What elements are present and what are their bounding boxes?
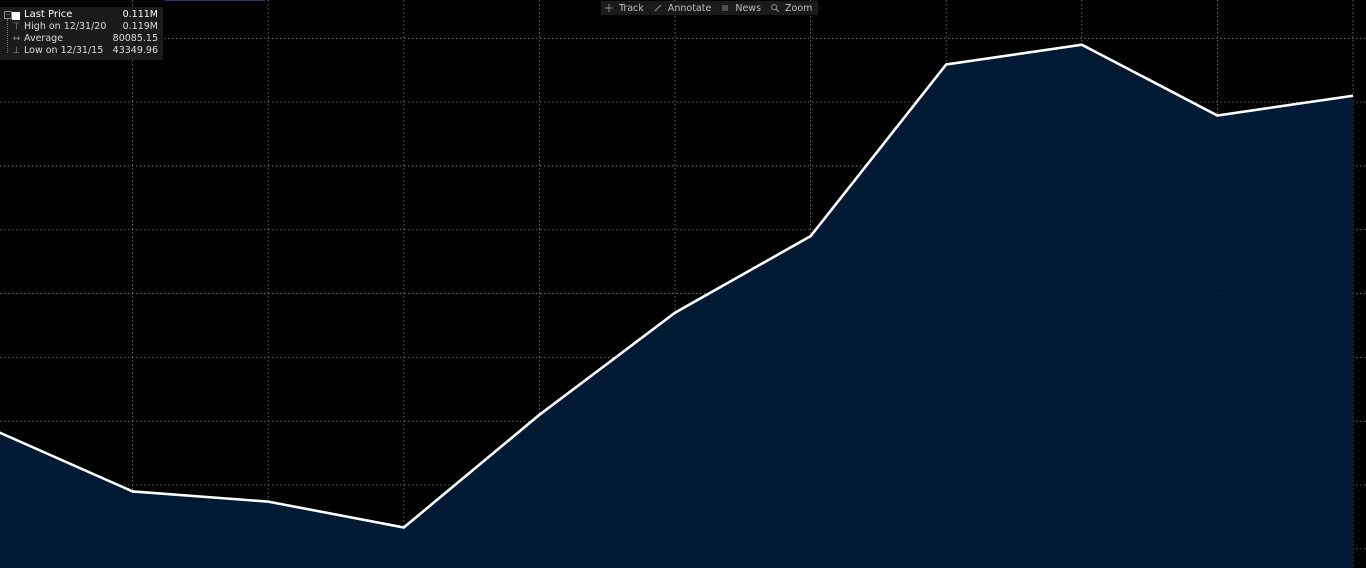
data-point-12/31/20[interactable] [1079,42,1085,48]
legend-series-row[interactable]: Last Price 0.111M [0,9,163,21]
series-label: Last Price [24,9,73,20]
data-point-12/31/15[interactable] [401,524,407,530]
low-label: Low on 12/31/15 [24,45,104,56]
data-point-12/31/21[interactable] [1214,113,1220,119]
high-marker-icon: ⊤ [12,22,21,32]
magnifier-icon [770,3,780,13]
annotate-button[interactable]: Annotate [649,1,716,15]
chart-toolbar: Track Annotate News Zoom [601,1,819,15]
data-point-12/31/22[interactable] [1350,93,1356,99]
high-value: 0.119M [122,21,158,32]
data-point-12/31/13[interactable] [130,488,136,494]
zoom-label: Zoom [785,2,813,14]
track-label: Track [619,2,644,14]
legend-high-row[interactable]: ⊤ High on 12/31/20 0.119M [0,21,163,33]
legend-low-row[interactable]: ⊥ Low on 12/31/15 43349.96 [0,45,163,57]
news-label: News [735,2,762,14]
low-value: 43349.96 [112,45,158,56]
data-point-12/31/17[interactable] [672,310,678,316]
legend-average-row[interactable]: ↔ Average 80085.15 [0,33,163,45]
news-icon [720,3,730,13]
average-label: Average [24,33,64,44]
zoom-button[interactable]: Zoom [767,1,817,15]
pencil-icon [653,3,663,13]
area-series [0,44,1353,568]
average-marker-icon: ↔ [12,34,21,44]
data-point-12/31/14[interactable] [265,499,271,505]
crosshair-icon [604,3,614,13]
area-fill [0,44,1353,568]
data-point-12/31/18[interactable] [808,233,814,239]
top-accent-bar [165,0,265,1]
high-label: High on 12/31/20 [24,21,107,32]
news-button[interactable]: News [717,1,766,15]
data-point-12/31/19[interactable] [943,61,949,67]
series-last-value: 0.111M [122,9,158,20]
chart-legend: − Last Price 0.111M ⊤ High on 12/31/20 0… [0,7,163,60]
low-marker-icon: ⊥ [12,46,21,56]
track-button[interactable]: Track [601,1,648,15]
chart-window: Track Annotate News Zoom − Last Price 0.… [0,0,1366,568]
price-chart[interactable] [0,0,1366,568]
average-value: 80085.15 [112,33,158,44]
series-swatch [12,12,20,20]
annotate-label: Annotate [667,2,712,14]
data-point-12/31/16[interactable] [536,412,542,418]
